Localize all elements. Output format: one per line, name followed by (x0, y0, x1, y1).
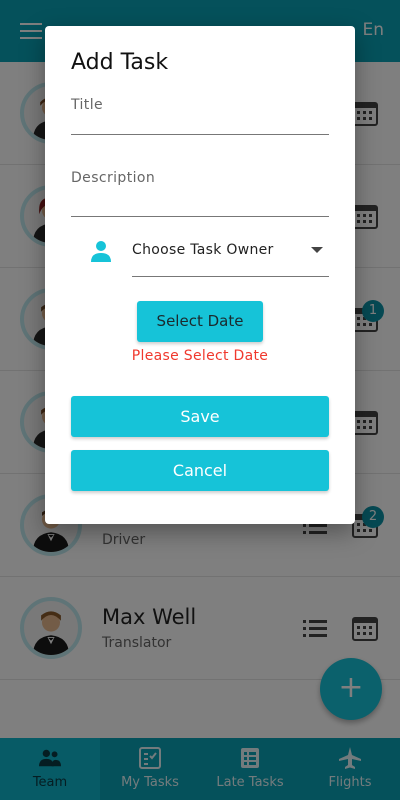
title-field-label: Title (71, 97, 104, 113)
description-field-underline (71, 216, 329, 217)
dialog-title: Add Task (71, 50, 169, 75)
task-owner-placeholder: Choose Task Owner (132, 242, 274, 258)
task-owner-row: Choose Task Owner (91, 238, 329, 278)
description-field-label: Description (71, 170, 156, 186)
task-owner-dropdown[interactable]: Choose Task Owner (132, 238, 329, 278)
title-field[interactable]: Title (71, 97, 329, 137)
select-date-button[interactable]: Select Date (137, 301, 263, 342)
title-field-underline (71, 134, 329, 135)
cancel-button[interactable]: Cancel (71, 450, 329, 491)
description-field[interactable]: Description (71, 170, 329, 220)
person-icon (91, 241, 111, 262)
chevron-down-icon (311, 247, 323, 253)
date-error-message: Please Select Date (131, 348, 269, 364)
save-button[interactable]: Save (71, 396, 329, 437)
task-owner-underline (132, 276, 329, 277)
add-task-dialog: Add Task Title Description Choose Task O… (45, 26, 355, 524)
